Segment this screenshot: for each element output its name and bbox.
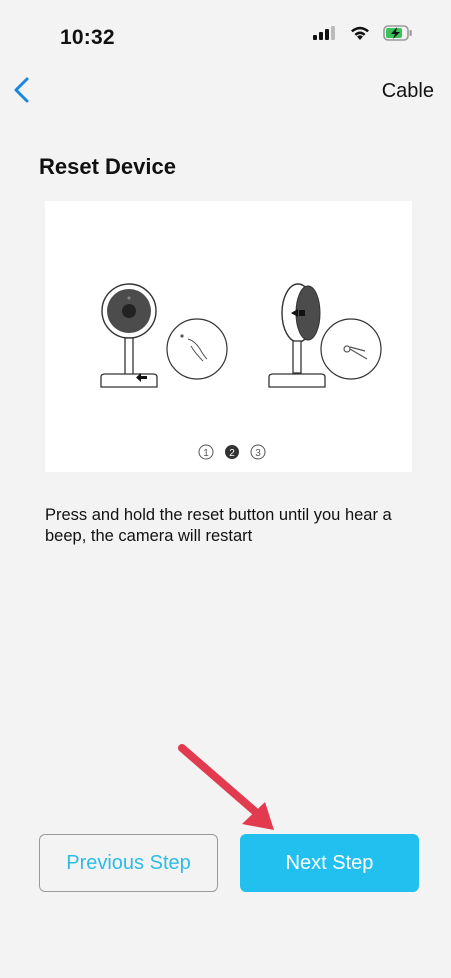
nav-bar: Cable [0, 75, 451, 109]
page-title: Reset Device [39, 154, 176, 179]
step-2-label: 2 [229, 448, 235, 459]
battery-charging-icon [383, 25, 412, 41]
step-indicator: 1 2 3 [198, 444, 266, 460]
cellular-signal-icon [313, 26, 335, 40]
camera-reset-diagram: 1 2 3 [100, 283, 382, 460]
status-time: 10:32 [60, 26, 115, 49]
instruction-text: Press and hold the reset button until yo… [45, 506, 392, 545]
camera-side-icon [268, 283, 326, 388]
reset-illustration: 1 2 3 [45, 201, 412, 472]
wifi-icon [351, 26, 369, 40]
step-1-label: 1 [203, 448, 209, 459]
cable-link[interactable]: Cable [382, 80, 434, 103]
back-chevron-icon[interactable] [8, 75, 38, 105]
next-step-button[interactable]: Next Step [240, 834, 419, 892]
reset-pin-icon [320, 318, 382, 380]
finger-press-icon [166, 318, 228, 380]
annotation-arrow-icon [178, 744, 274, 830]
step-3-label: 3 [255, 448, 261, 459]
camera-front-icon [100, 283, 158, 388]
status-icons [313, 25, 413, 41]
previous-step-button[interactable]: Previous Step [39, 834, 218, 892]
status-bar: 10:32 [0, 0, 451, 75]
